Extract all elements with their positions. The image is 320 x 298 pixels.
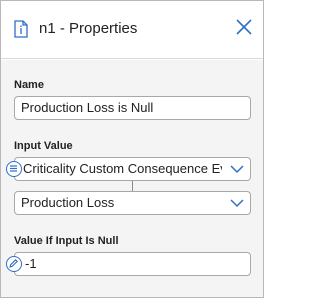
input-source-value: Criticality Custom Consequence Evalu xyxy=(23,161,222,176)
panel-title: n1 - Properties xyxy=(39,20,138,37)
input-field-dropdown[interactable]: Production Loss xyxy=(14,191,251,215)
input-source-dropdown[interactable]: Criticality Custom Consequence Evalu xyxy=(14,157,251,181)
panel-body: Name Production Loss is Null Input Value… xyxy=(1,60,263,297)
null-value-text: -1 xyxy=(25,256,37,271)
chevron-down-icon[interactable] xyxy=(230,164,244,174)
edit-icon[interactable] xyxy=(6,256,22,272)
field-connector xyxy=(132,181,133,191)
null-value-input[interactable]: -1 xyxy=(14,252,251,276)
document-icon xyxy=(14,20,28,38)
name-input-value: Production Loss is Null xyxy=(21,100,154,115)
name-label: Name xyxy=(14,79,44,91)
close-icon[interactable] xyxy=(235,18,253,36)
list-icon[interactable] xyxy=(6,161,22,177)
chevron-down-icon[interactable] xyxy=(230,198,244,208)
name-input[interactable]: Production Loss is Null xyxy=(14,96,251,120)
properties-panel: n1 - Properties Name Production Loss is … xyxy=(0,0,264,298)
input-field-value: Production Loss xyxy=(21,195,115,210)
null-value-label: Value If Input Is Null xyxy=(14,235,119,247)
input-value-label: Input Value xyxy=(14,140,73,152)
panel-header: n1 - Properties xyxy=(1,1,263,59)
